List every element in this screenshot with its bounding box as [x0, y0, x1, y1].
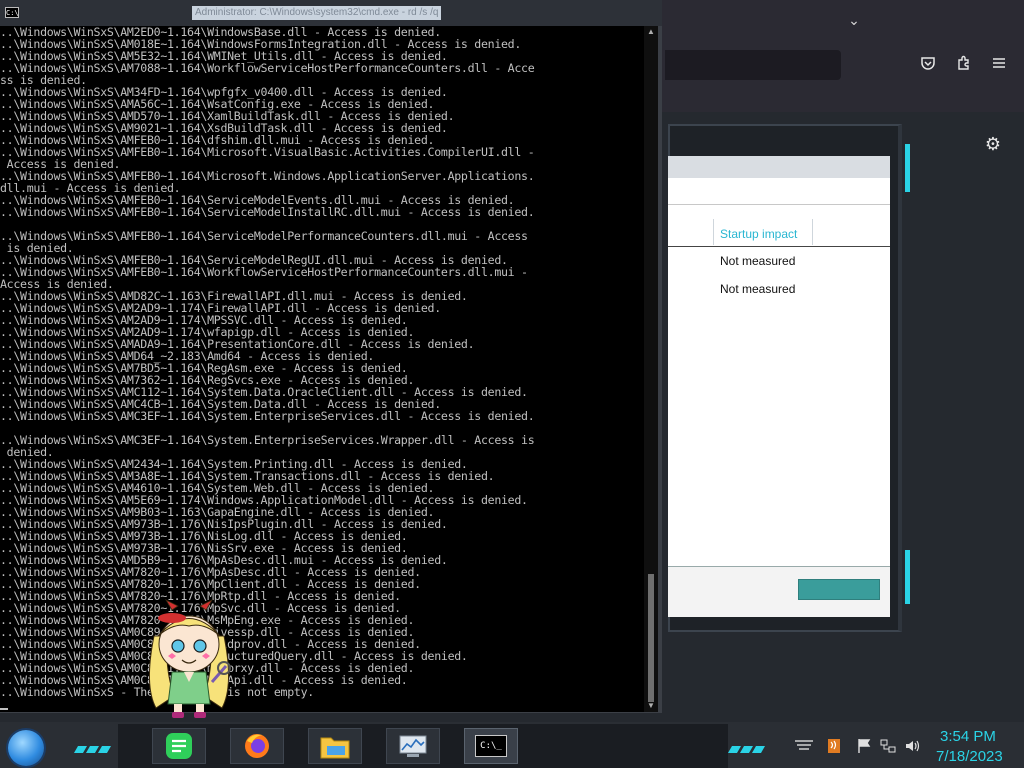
volume-icon[interactable] — [904, 738, 922, 758]
task-manager-icon — [399, 735, 427, 757]
chevron-down-icon[interactable]: ⌄ — [845, 12, 863, 30]
column-header-startup-impact[interactable]: Startup impact — [713, 219, 813, 245]
character-cursor-icon — [148, 599, 231, 718]
taskbar-app-notepad[interactable] — [152, 728, 206, 764]
network-icon[interactable] — [880, 738, 896, 758]
cmd-title-bar[interactable]: C:\ Administrator: C:\Windows\system32\c… — [0, 0, 662, 26]
pocket-icon[interactable] — [919, 55, 937, 73]
taskbar-app-cmd[interactable]: C:\_ — [464, 728, 518, 764]
console-line: ..\Windows\WinSxS\AMFEB0~1.164\ServiceMo… — [0, 229, 528, 243]
cmd-window: C:\ Administrator: C:\Windows\system32\c… — [0, 0, 662, 713]
scroll-up-arrow-icon[interactable]: ▲ — [644, 26, 658, 38]
action-center-flag-icon[interactable] — [856, 738, 872, 758]
notepad-icon — [166, 733, 192, 759]
vertical-scrollbar[interactable]: ▲ ▼ — [644, 26, 658, 712]
file-explorer-icon — [320, 737, 350, 759]
cmd-icon: C:\_ — [475, 735, 507, 757]
taskbar-accent-left — [73, 740, 112, 753]
console-output[interactable]: ..\Windows\WinSxS\AM2ED0~1.164\WindowsBa… — [0, 26, 644, 712]
task-manager-tab-strip — [668, 156, 890, 178]
firefox-icon — [245, 734, 269, 758]
frame-accent — [905, 144, 910, 192]
disable-button[interactable] — [798, 579, 880, 600]
show-hidden-icons-icon[interactable] — [792, 738, 816, 756]
console-line: ..\Windows\WinSxS\AM7088~1.164\WorkflowS… — [0, 61, 535, 75]
taskbar-app-file-explorer[interactable] — [308, 728, 362, 764]
console-line: ..\Windows\WinSxS\AMC3EF~1.164\System.En… — [0, 409, 535, 423]
scroll-down-arrow-icon[interactable]: ▼ — [644, 700, 658, 712]
startup-impact-value: Not measured — [720, 282, 796, 296]
start-button[interactable] — [8, 730, 44, 766]
console-line: ..\Windows\WinSxS\AMC3EF~1.164\System.En… — [0, 433, 535, 447]
text-cursor — [0, 708, 8, 710]
settings-icon[interactable]: ⚙ — [983, 134, 1003, 154]
console-lines: ..\Windows\WinSxS\AM2ED0~1.164\WindowsBa… — [0, 26, 644, 698]
startup-impact-value: Not measured — [720, 254, 796, 268]
window-title: Administrator: C:\Windows\system32\cmd.e… — [192, 6, 442, 20]
browser-address-bar[interactable] — [665, 50, 841, 80]
taskbar-accent-right — [727, 740, 766, 753]
console-line: ..\Windows\WinSxS\AMFEB0~1.164\ServiceMo… — [0, 205, 535, 219]
clock-date[interactable]: 7/18/2023 — [936, 748, 1003, 765]
cmd-icon[interactable]: C:\ — [5, 7, 19, 18]
java-icon[interactable] — [826, 738, 842, 758]
divider — [668, 246, 890, 247]
frame-accent — [905, 550, 910, 604]
taskbar-app-task-manager[interactable] — [386, 728, 440, 764]
taskbar-app-firefox[interactable] — [230, 728, 284, 764]
scrollbar-thumb[interactable] — [648, 574, 654, 702]
divider — [668, 204, 890, 205]
clock-time[interactable]: 3:54 PM — [940, 728, 996, 745]
extensions-icon[interactable] — [955, 55, 973, 73]
console-line: ..\Windows\WinSxS - The directory is not… — [0, 685, 314, 699]
menu-icon[interactable] — [990, 55, 1008, 73]
